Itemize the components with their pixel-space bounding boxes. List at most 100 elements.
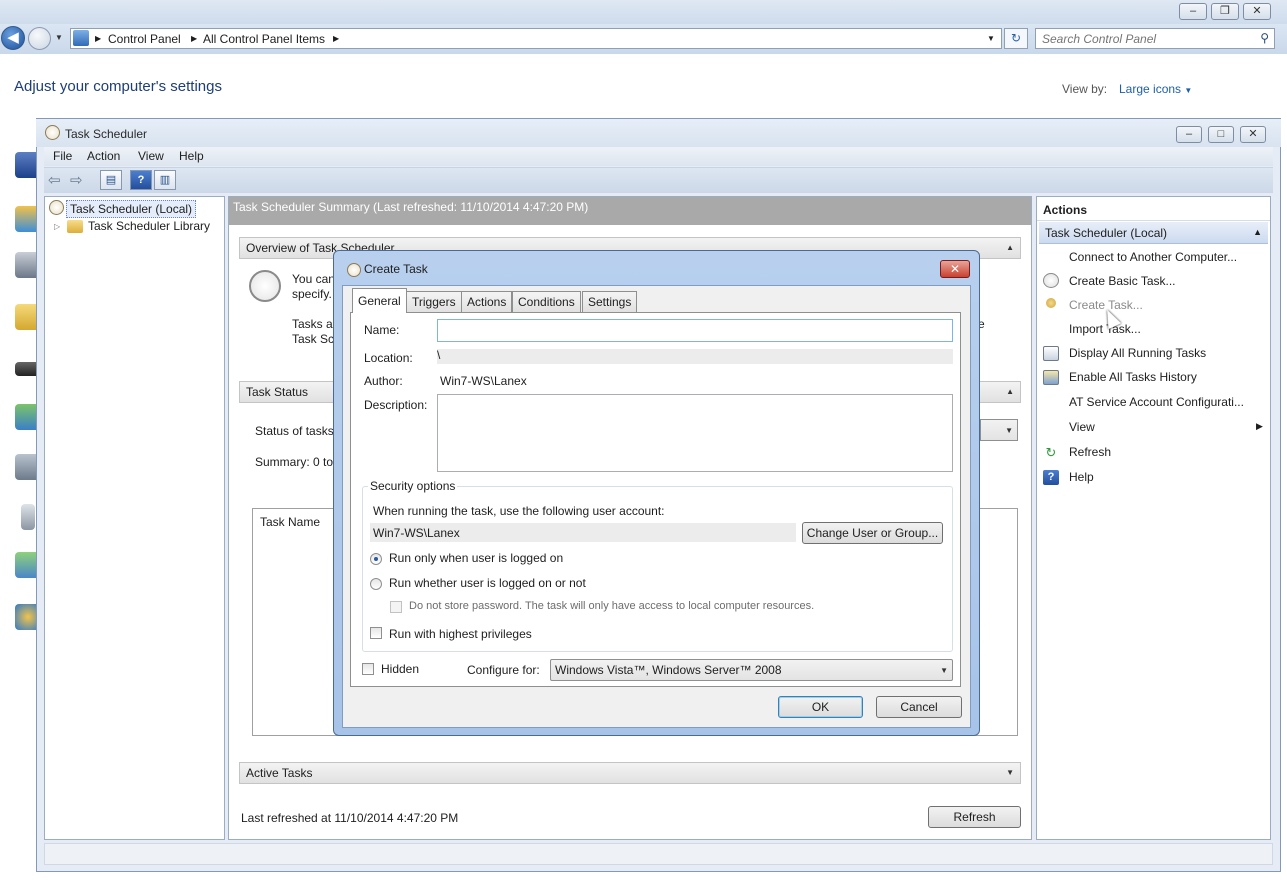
expand-arrow-icon[interactable]: ▼	[1006, 768, 1014, 777]
location-value: \	[437, 349, 953, 364]
breadcrumb-separator-icon: ▶	[191, 34, 198, 43]
dialog-close-button[interactable]: ✕	[940, 260, 970, 278]
close-button[interactable]: ✕	[1243, 3, 1271, 20]
restore-button[interactable]: ❐	[1211, 3, 1239, 20]
forward-button[interactable]	[28, 27, 51, 50]
action-import-task[interactable]: Import Task...	[1069, 322, 1141, 336]
collapse-arrow-icon[interactable]: ▲	[1006, 387, 1014, 396]
breadcrumb-all-items[interactable]: All Control Panel Items	[203, 32, 325, 46]
active-tasks-section-header[interactable]: Active Tasks ▼	[239, 762, 1021, 784]
ts-maximize-button[interactable]: □	[1208, 126, 1234, 143]
column-header-task-name[interactable]: Task Name	[260, 515, 320, 529]
breadcrumb-control-panel[interactable]: Control Panel	[108, 32, 181, 46]
name-input[interactable]	[437, 319, 953, 342]
menu-file[interactable]: File	[53, 149, 72, 163]
status-period-dropdown[interactable]: ▼	[980, 419, 1018, 441]
address-dropdown-icon[interactable]: ▼	[987, 34, 995, 43]
ts-close-button[interactable]: ✕	[1240, 126, 1266, 143]
help-icon: ?	[1043, 470, 1059, 485]
ok-button[interactable]: OK	[778, 696, 863, 718]
task-status-title: Task Status	[246, 385, 309, 399]
clock-icon	[49, 200, 64, 215]
overview-text: You can	[292, 272, 335, 286]
highest-privileges-checkbox[interactable]	[370, 627, 382, 639]
hidden-checkbox[interactable]	[362, 663, 374, 675]
status-of-tasks-label: Status of tasks	[255, 424, 334, 438]
tab-conditions[interactable]: Conditions	[512, 291, 581, 312]
action-display-running-tasks[interactable]: Display All Running Tasks	[1069, 346, 1206, 360]
account-prompt: When running the task, use the following…	[373, 504, 665, 518]
close-icon: ✕	[949, 262, 961, 276]
back-icon[interactable]: ⇦	[48, 171, 61, 189]
collapse-arrow-icon[interactable]: ▲	[1006, 243, 1014, 252]
user-account-value: Win7-WS\Lanex	[370, 523, 796, 542]
change-user-button[interactable]: Change User or Group...	[802, 522, 943, 544]
running-tasks-icon	[1043, 346, 1059, 361]
overview-text: specify.	[292, 287, 332, 301]
security-options-legend: Security options	[368, 479, 458, 493]
forward-icon[interactable]: ⇨	[70, 171, 83, 189]
page-title: Adjust your computer's settings	[14, 78, 222, 95]
description-textarea[interactable]	[437, 394, 953, 472]
expand-arrow-icon[interactable]: ▷	[54, 222, 60, 231]
location-label: Location:	[364, 351, 413, 365]
address-bar[interactable]: ▶ Control Panel ▶ All Control Panel Item…	[70, 28, 1002, 49]
action-view[interactable]: View	[1069, 420, 1095, 434]
address-refresh-button[interactable]: ↻	[1004, 28, 1028, 49]
view-by-value: Large icons	[1119, 82, 1182, 96]
tab-triggers[interactable]: Triggers	[406, 291, 462, 312]
actions-header: Actions	[1037, 197, 1270, 221]
active-tasks-title: Active Tasks	[246, 766, 313, 780]
tab-actions[interactable]: Actions	[461, 291, 513, 312]
recent-pages-dropdown-icon[interactable]: ▼	[55, 33, 63, 42]
clock-icon	[249, 270, 281, 302]
show-hide-action-pane-button[interactable]: ▥	[154, 170, 176, 190]
dialog-title: Create Task	[364, 262, 428, 276]
view-by-dropdown[interactable]: Large icons ▼	[1119, 82, 1192, 96]
menu-view[interactable]: View	[138, 149, 164, 163]
back-arrow-icon: ◀	[7, 29, 19, 46]
configure-for-value: Windows Vista™, Windows Server™ 2008	[555, 663, 782, 677]
configure-for-dropdown[interactable]: Windows Vista™, Windows Server™ 2008 ▼	[550, 659, 953, 681]
do-not-store-password-checkbox[interactable]	[390, 601, 402, 613]
menu-action[interactable]: Action	[87, 149, 120, 163]
tree-item-task-scheduler-library[interactable]: Task Scheduler Library	[88, 219, 210, 233]
author-label: Author:	[364, 374, 403, 388]
tasks-history-icon	[1043, 370, 1059, 385]
action-create-basic-task[interactable]: Create Basic Task...	[1069, 274, 1176, 288]
search-input[interactable]	[1036, 29, 1246, 48]
refresh-button[interactable]: Refresh	[928, 806, 1021, 828]
speech-icon[interactable]	[21, 504, 35, 530]
refresh-icon: ↻	[1045, 445, 1057, 460]
actions-group-header[interactable]: Task Scheduler (Local) ▲	[1039, 222, 1268, 244]
action-connect-computer[interactable]: Connect to Another Computer...	[1069, 250, 1237, 264]
clock-icon	[45, 125, 60, 140]
task-scheduler-title: Task Scheduler	[65, 127, 148, 141]
actions-pane	[1036, 196, 1271, 840]
search-box[interactable]: ⚲	[1035, 28, 1275, 49]
show-hide-console-tree-button[interactable]: ▤	[100, 170, 122, 190]
cancel-button[interactable]: Cancel	[876, 696, 962, 718]
tab-settings[interactable]: Settings	[582, 291, 638, 312]
back-button[interactable]: ◀	[1, 26, 25, 50]
action-enable-tasks-history[interactable]: Enable All Tasks History	[1069, 370, 1197, 384]
chevron-down-icon: ▼	[940, 666, 948, 675]
minimize-button[interactable]: –	[1179, 3, 1207, 20]
menu-bar	[44, 147, 1273, 166]
action-at-service-account[interactable]: AT Service Account Configurati...	[1069, 395, 1244, 409]
action-refresh[interactable]: Refresh	[1069, 445, 1111, 459]
help-button[interactable]: ?	[130, 170, 152, 190]
radio-run-whether-logged-on[interactable]	[370, 578, 382, 590]
menu-help[interactable]: Help	[179, 149, 204, 163]
chevron-down-icon: ▼	[1005, 426, 1013, 435]
ts-minimize-button[interactable]: –	[1176, 126, 1202, 143]
summary-header: Task Scheduler Summary (Last refreshed: …	[229, 197, 1031, 225]
radio-run-only-logged-on[interactable]	[370, 553, 382, 565]
action-help[interactable]: Help	[1069, 470, 1094, 484]
tab-general[interactable]: General	[352, 288, 407, 313]
tree-item-task-scheduler-local[interactable]: Task Scheduler (Local)	[66, 200, 197, 218]
summary-label: Summary: 0 tot	[255, 455, 337, 469]
collapse-arrow-icon[interactable]: ▲	[1253, 227, 1262, 237]
search-icon[interactable]: ⚲	[1260, 31, 1269, 45]
highest-privileges-label: Run with highest privileges	[389, 627, 532, 641]
